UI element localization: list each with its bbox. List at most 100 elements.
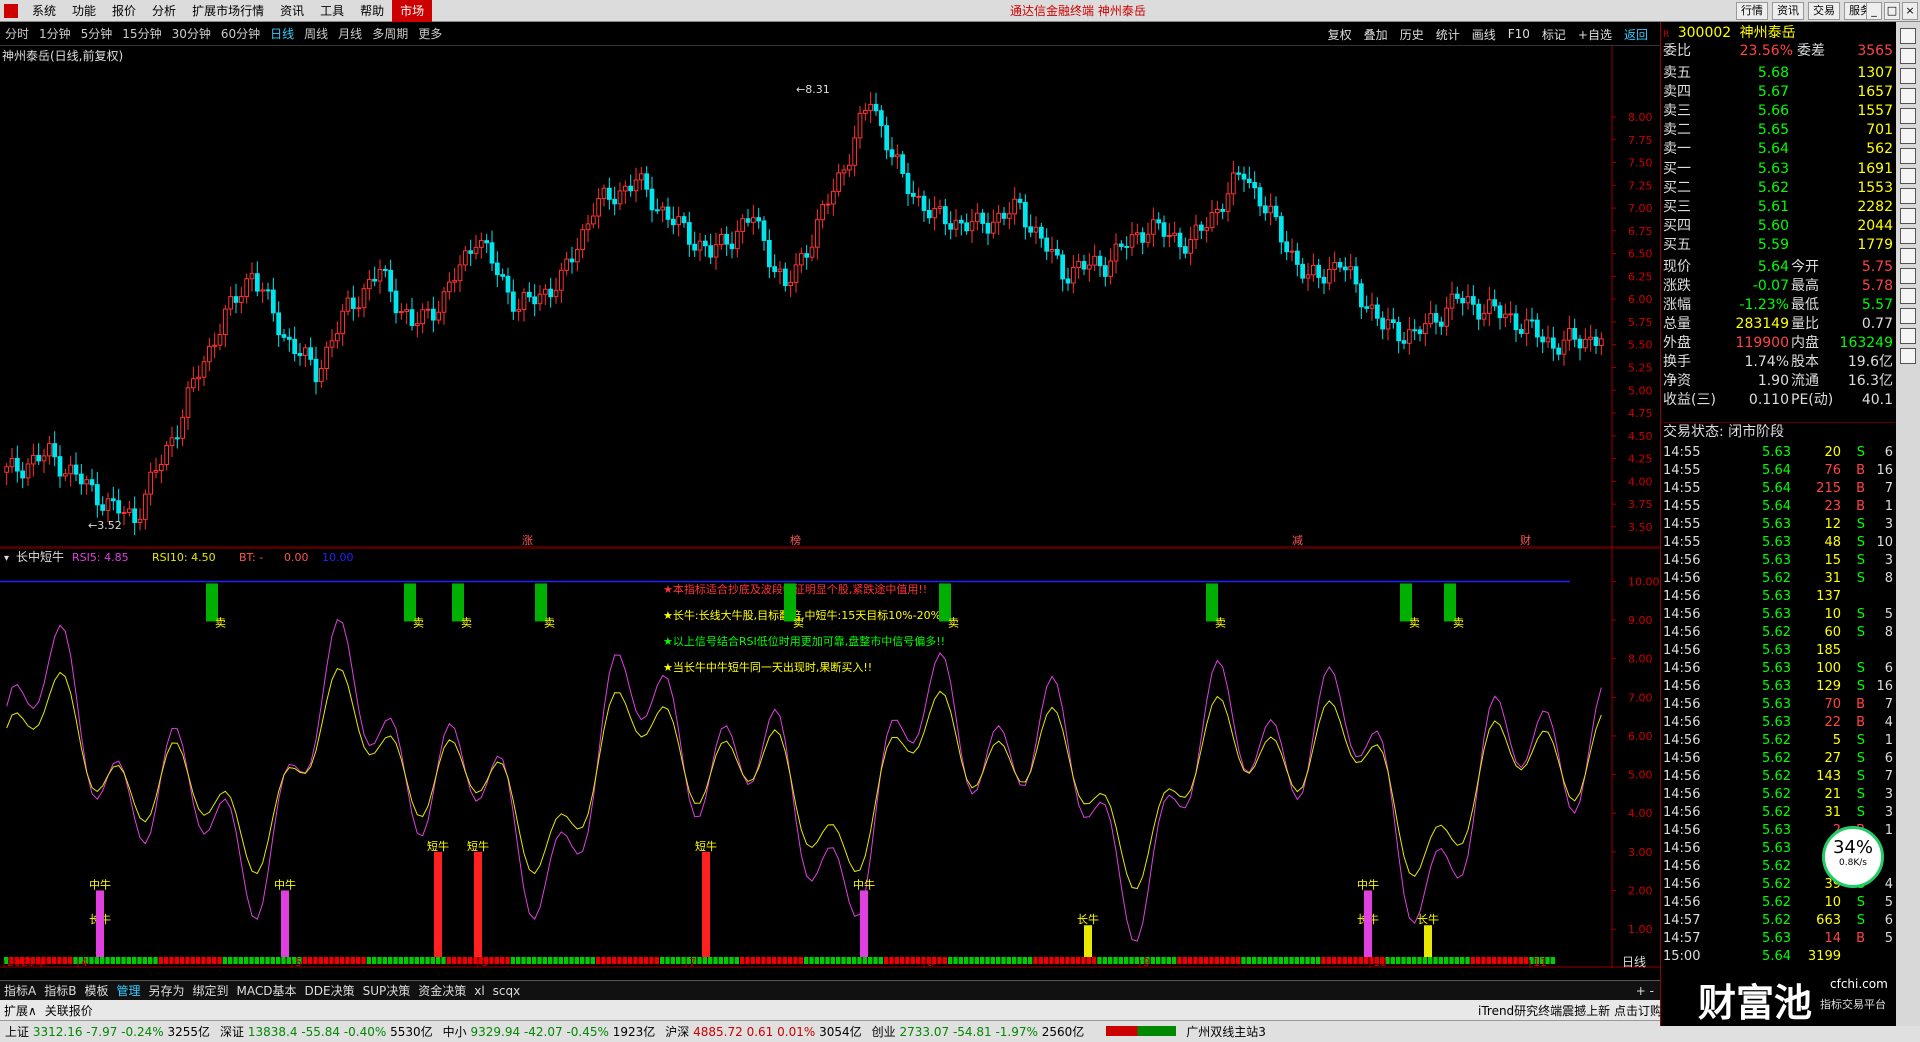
kline-chart[interactable]: 8.00 7.75 7.50 7.25 7.00 6.75 6.50 6.25 6.00 5.75…: [0, 46, 1660, 548]
server-name[interactable]: 广州双线主站3: [1181, 1023, 1271, 1040]
grid-icon[interactable]: [1900, 68, 1916, 84]
tab-xl[interactable]: xl: [470, 984, 488, 998]
network-gauge[interactable]: 34% 0.8K/s: [1822, 826, 1884, 888]
tab-sup[interactable]: SUP决策: [359, 982, 415, 999]
gear-icon[interactable]: [1900, 228, 1916, 244]
menu-ext-market[interactable]: 扩展市场行情: [184, 0, 272, 22]
news-ticker[interactable]: iTrend研究终端震撼上新 点击订购: [1474, 1002, 1666, 1019]
menu-analysis[interactable]: 分析: [144, 0, 184, 22]
calc-icon[interactable]: [1900, 328, 1916, 344]
menu-info[interactable]: 资讯: [272, 0, 312, 22]
period-15min[interactable]: 15分钟: [117, 25, 166, 42]
index-sz[interactable]: 深证 13838.4 -55.84 -0.40% 5530亿: [215, 1023, 438, 1040]
rsi-icon[interactable]: [1900, 248, 1916, 264]
menu-system[interactable]: 系统: [24, 0, 64, 22]
period-more[interactable]: 更多: [413, 25, 447, 42]
menu-help[interactable]: 帮助: [352, 0, 392, 22]
tab-indicator-b[interactable]: 指标B: [40, 982, 80, 999]
candle-body: [1588, 336, 1594, 340]
pen-icon[interactable]: [1900, 288, 1916, 304]
candle-body: [297, 353, 303, 356]
quote-button[interactable]: 行情: [1736, 2, 1768, 20]
maximize-icon[interactable]: □: [1884, 2, 1900, 20]
short-bull-bar: [434, 851, 442, 957]
tab-dde[interactable]: DDE决策: [301, 982, 359, 999]
index-hs[interactable]: 沪深 4885.72 0.61 0.01% 3054亿: [660, 1023, 866, 1040]
filter-icon[interactable]: [1900, 348, 1916, 364]
indicator-panel[interactable]: 10.00 9.00 8.00 7.00 6.00 5.00 4.00 3.00 2.00 1.0…: [0, 547, 1660, 969]
tab-macd[interactable]: MACD基本: [233, 982, 301, 999]
zoom-buttons[interactable]: + -: [1632, 984, 1660, 998]
flag-icon[interactable]: [1900, 188, 1916, 204]
period-1min[interactable]: 1分钟: [34, 25, 76, 42]
line-icon[interactable]: [1900, 108, 1916, 124]
menu-quote[interactable]: 报价: [104, 0, 144, 22]
period-monthly[interactable]: 月线: [333, 25, 367, 42]
bid-level-row: 买五 5.59 1779: [1663, 237, 1893, 253]
signal-strip-cell: [948, 957, 953, 964]
candle: [1300, 257, 1306, 284]
candle: [1358, 278, 1364, 319]
book-icon[interactable]: [1900, 308, 1916, 324]
news-button[interactable]: 资讯: [1772, 2, 1804, 20]
tool-mark[interactable]: 标记: [1536, 26, 1572, 43]
star-icon[interactable]: [1900, 208, 1916, 224]
tool-history[interactable]: 历史: [1394, 26, 1430, 43]
tool-f10[interactable]: F10: [1502, 27, 1536, 41]
tool-back[interactable]: 返回: [1618, 26, 1654, 43]
indicator-chart[interactable]: 10.00 9.00 8.00 7.00 6.00 5.00 4.00 3.00 2.00 1.0…: [0, 547, 1660, 969]
candle-body: [894, 154, 900, 158]
expand-button[interactable]: 扩展∧: [0, 1002, 41, 1019]
bar-icon[interactable]: [1900, 88, 1916, 104]
tab-manage[interactable]: 管理: [112, 982, 144, 999]
tool-add-favorite[interactable]: +自选: [1572, 26, 1618, 43]
menu-market[interactable]: 市场: [392, 0, 433, 22]
list-icon[interactable]: [1900, 48, 1916, 64]
candle: [425, 301, 431, 319]
candle-body: [425, 308, 431, 311]
period-intraday[interactable]: 分时: [0, 25, 34, 42]
candle-body: [1012, 198, 1018, 215]
period-60min[interactable]: 60分钟: [216, 25, 265, 42]
kline-y-label: 7.75: [1628, 134, 1653, 147]
tool-adjust[interactable]: 复权: [1322, 26, 1358, 43]
tab-template[interactable]: 模板: [80, 982, 112, 999]
candle: [292, 326, 298, 362]
tab-scqx[interactable]: scqx: [489, 984, 525, 998]
index-sme[interactable]: 中小 9329.94 -42.07 -0.45% 1923亿: [438, 1023, 661, 1040]
tool-stats[interactable]: 统计: [1430, 26, 1466, 43]
close-icon[interactable]: ×: [1902, 2, 1918, 20]
period-5min[interactable]: 5分钟: [76, 25, 118, 42]
candle-body: [1342, 266, 1348, 271]
tab-save-as[interactable]: 另存为: [144, 982, 188, 999]
index-sh[interactable]: 上证 3312.16 -7.97 -0.24% 3255亿: [0, 1023, 215, 1040]
candle: [36, 443, 42, 465]
f10-icon[interactable]: [1900, 148, 1916, 164]
period-30min[interactable]: 30分钟: [167, 25, 216, 42]
trade-button[interactable]: 交易: [1808, 2, 1840, 20]
linked-quote-button[interactable]: 关联报价: [41, 1002, 97, 1019]
index-gem[interactable]: 创业 2733.07 -54.81 -1.97% 2560亿: [867, 1023, 1090, 1040]
menu-tools[interactable]: 工具: [312, 0, 352, 22]
menu-function[interactable]: 功能: [64, 0, 104, 22]
period-daily[interactable]: 日线: [265, 25, 299, 42]
minimize-icon[interactable]: _: [1866, 2, 1882, 20]
sell-signal-label: 卖: [461, 616, 472, 629]
period-weekly[interactable]: 周线: [299, 25, 333, 42]
candle-body: [958, 219, 964, 224]
x-axis-period-label: 日线: [1622, 955, 1646, 968]
tab-bind-to[interactable]: 绑定到: [189, 982, 233, 999]
plus-icon[interactable]: [1900, 268, 1916, 284]
tab-indicator-a[interactable]: 指标A: [0, 982, 40, 999]
tool-overlay[interactable]: 叠加: [1358, 26, 1394, 43]
news-icon[interactable]: [1900, 128, 1916, 144]
chart-icon[interactable]: [1900, 28, 1916, 44]
kline-panel[interactable]: 8.00 7.75 7.50 7.25 7.00 6.75 6.50 6.25 6.00 5.75…: [0, 46, 1660, 548]
tab-fund[interactable]: 资金决策: [414, 982, 470, 999]
period-multi[interactable]: 多周期: [367, 25, 413, 42]
candle-body: [222, 308, 228, 336]
tool-draw[interactable]: 画线: [1466, 26, 1502, 43]
candle-body: [724, 233, 730, 245]
candle-body: [52, 443, 58, 458]
people-icon[interactable]: [1900, 168, 1916, 184]
